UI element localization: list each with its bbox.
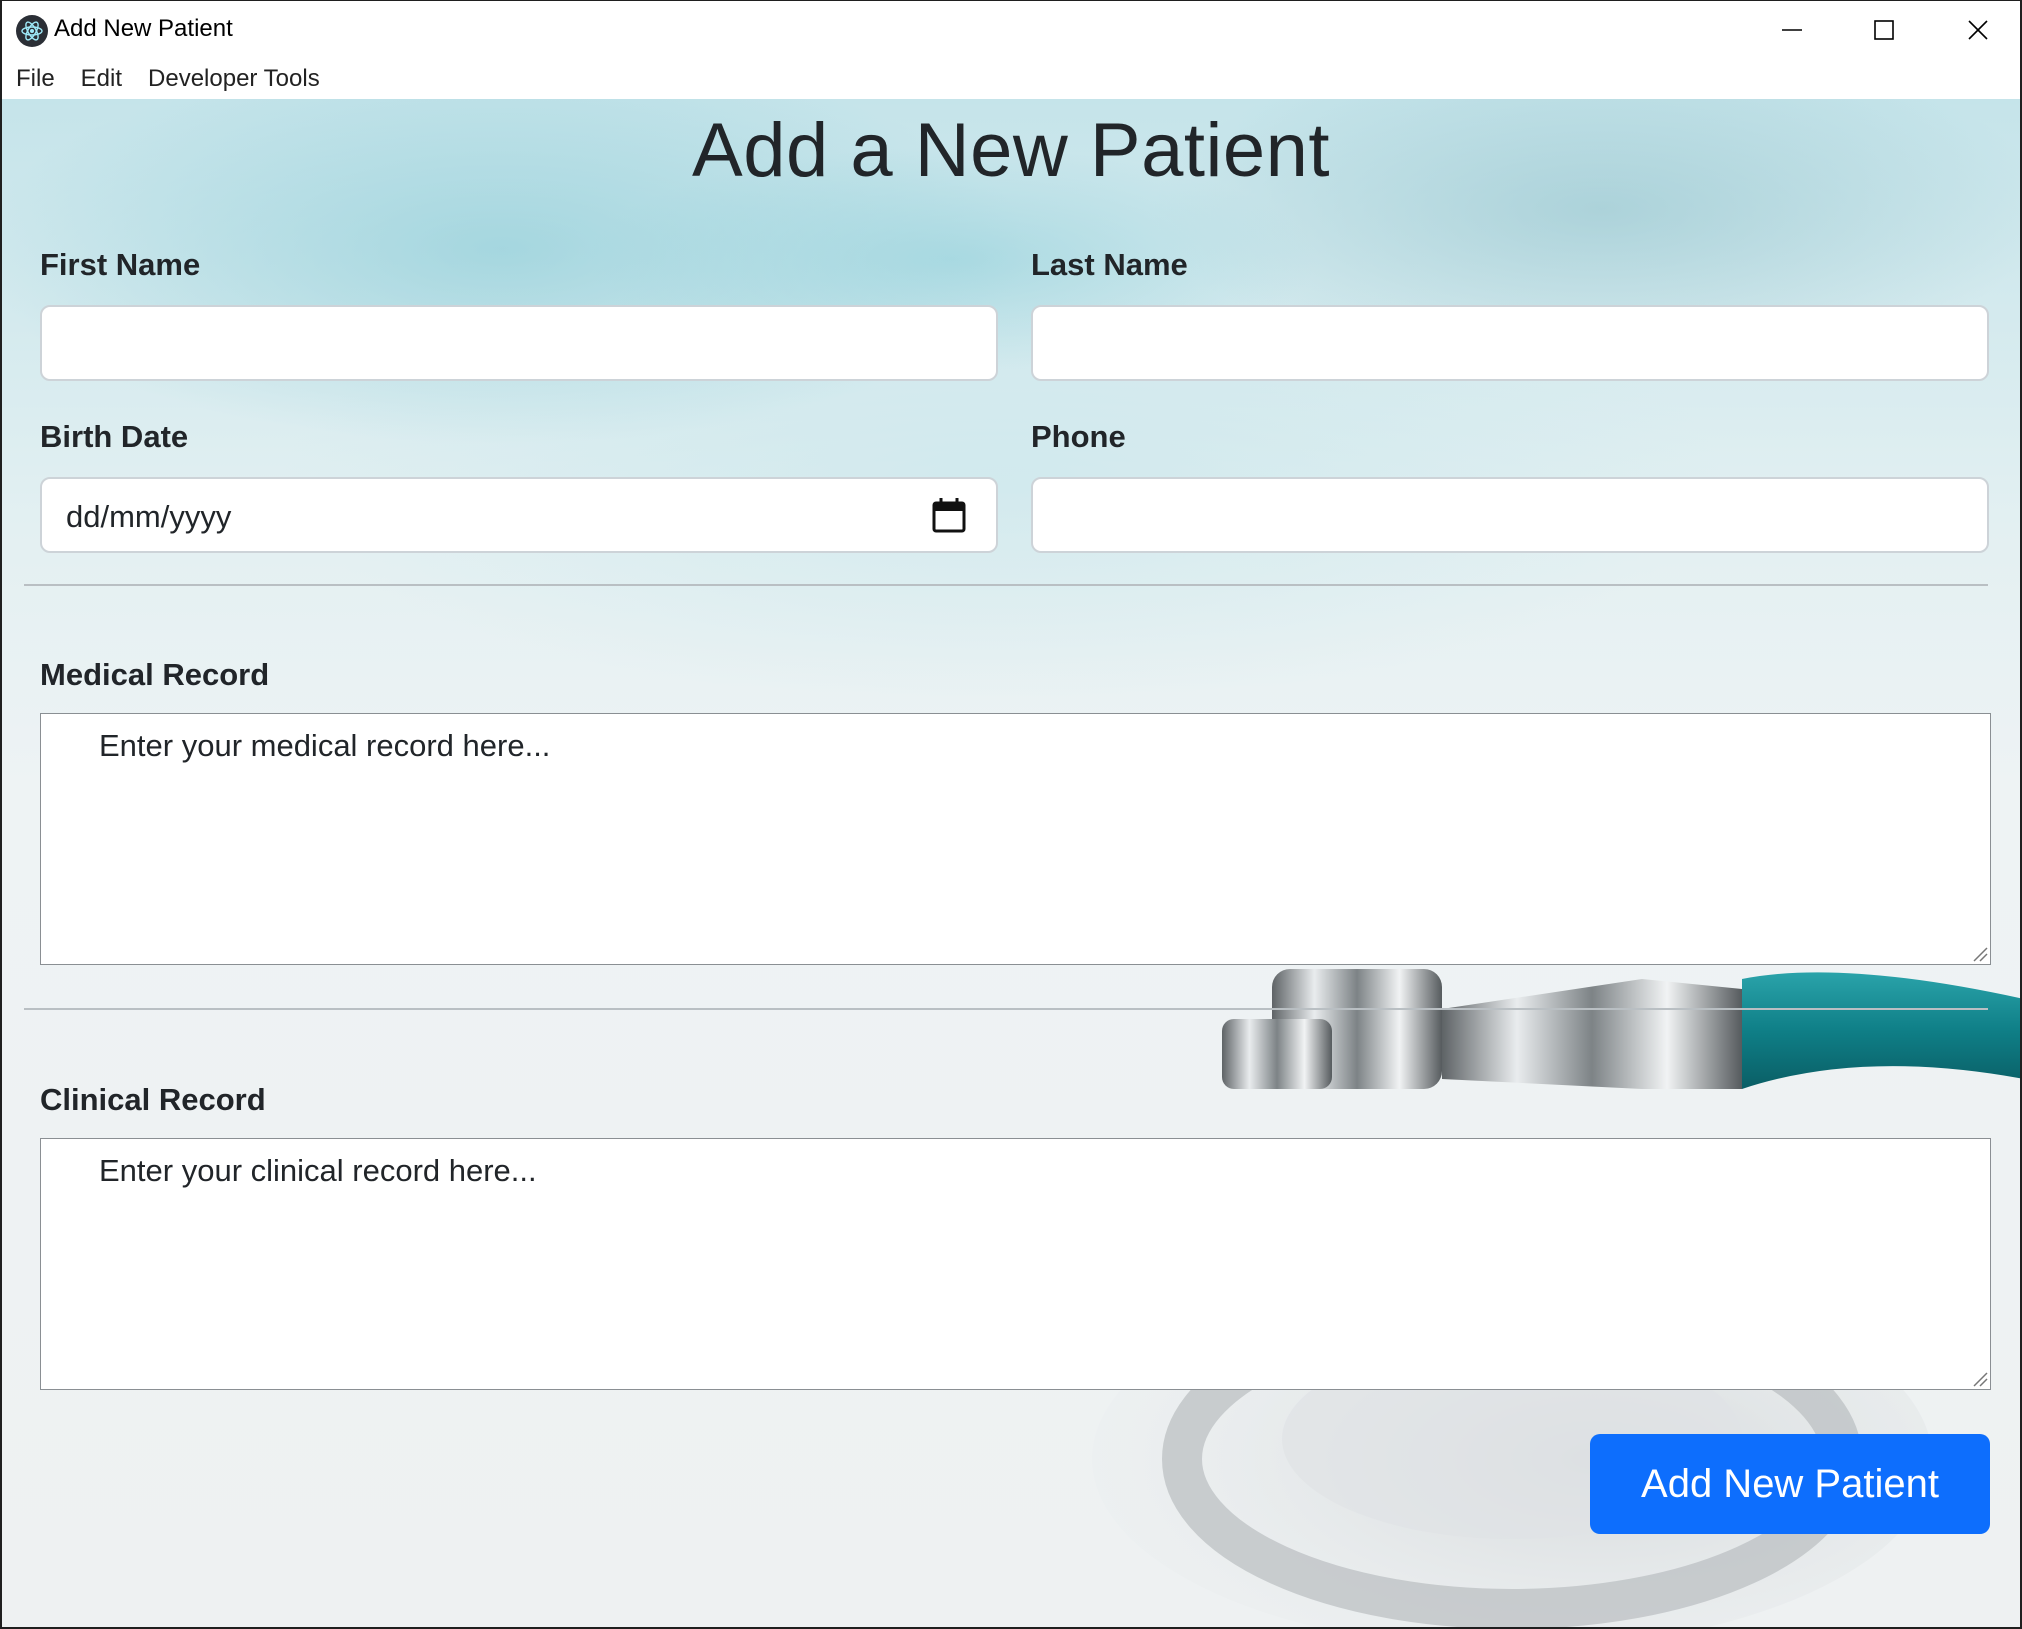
resize-handle-icon[interactable] [1970, 1369, 1988, 1387]
calendar-icon[interactable] [932, 497, 966, 533]
menu-edit[interactable]: Edit [81, 65, 122, 93]
add-new-patient-button[interactable]: Add New Patient [1590, 1434, 1990, 1534]
medical-record-textarea[interactable]: Enter your medical record here... [40, 713, 1991, 965]
clinical-record-placeholder: Enter your clinical record here... [99, 1153, 537, 1188]
resize-handle-icon[interactable] [1970, 944, 1988, 962]
first-name-label: First Name [40, 247, 201, 282]
phone-input[interactable] [1031, 477, 1989, 553]
birth-date-placeholder: dd/mm/yyyy [66, 499, 232, 534]
minimize-button[interactable] [1746, 1, 1838, 59]
phone-label: Phone [1031, 419, 1126, 454]
form-page: Add a New Patient First Name Last Name B… [2, 99, 2020, 1627]
maximize-icon [1874, 20, 1894, 40]
birth-date-label: Birth Date [40, 419, 189, 454]
clinical-record-textarea[interactable]: Enter your clinical record here... [40, 1138, 1991, 1390]
page-title: Add a New Patient [692, 108, 1330, 193]
menu-developer-tools[interactable]: Developer Tools [148, 65, 320, 93]
electron-app-icon [16, 15, 48, 47]
close-icon [1968, 20, 1988, 40]
first-name-input[interactable] [40, 305, 998, 381]
clinical-record-label: Clinical Record [40, 1082, 266, 1117]
app-window: Add New Patient File Edit Developer Tool… [0, 0, 2022, 1629]
menu-file[interactable]: File [16, 65, 55, 93]
birth-date-input[interactable]: dd/mm/yyyy [40, 477, 998, 553]
last-name-input[interactable] [1031, 305, 1989, 381]
section-divider [24, 584, 1988, 586]
medical-record-label: Medical Record [40, 657, 270, 692]
title-bar: Add New Patient [2, 1, 2020, 59]
minimize-icon [1782, 29, 1802, 31]
window-title: Add New Patient [54, 15, 233, 42]
maximize-button[interactable] [1838, 1, 1930, 59]
last-name-label: Last Name [1031, 247, 1188, 282]
close-button[interactable] [1932, 1, 2020, 59]
medical-record-placeholder: Enter your medical record here... [99, 728, 551, 763]
menu-bar: File Edit Developer Tools [2, 59, 2020, 99]
section-divider [24, 1008, 1988, 1010]
